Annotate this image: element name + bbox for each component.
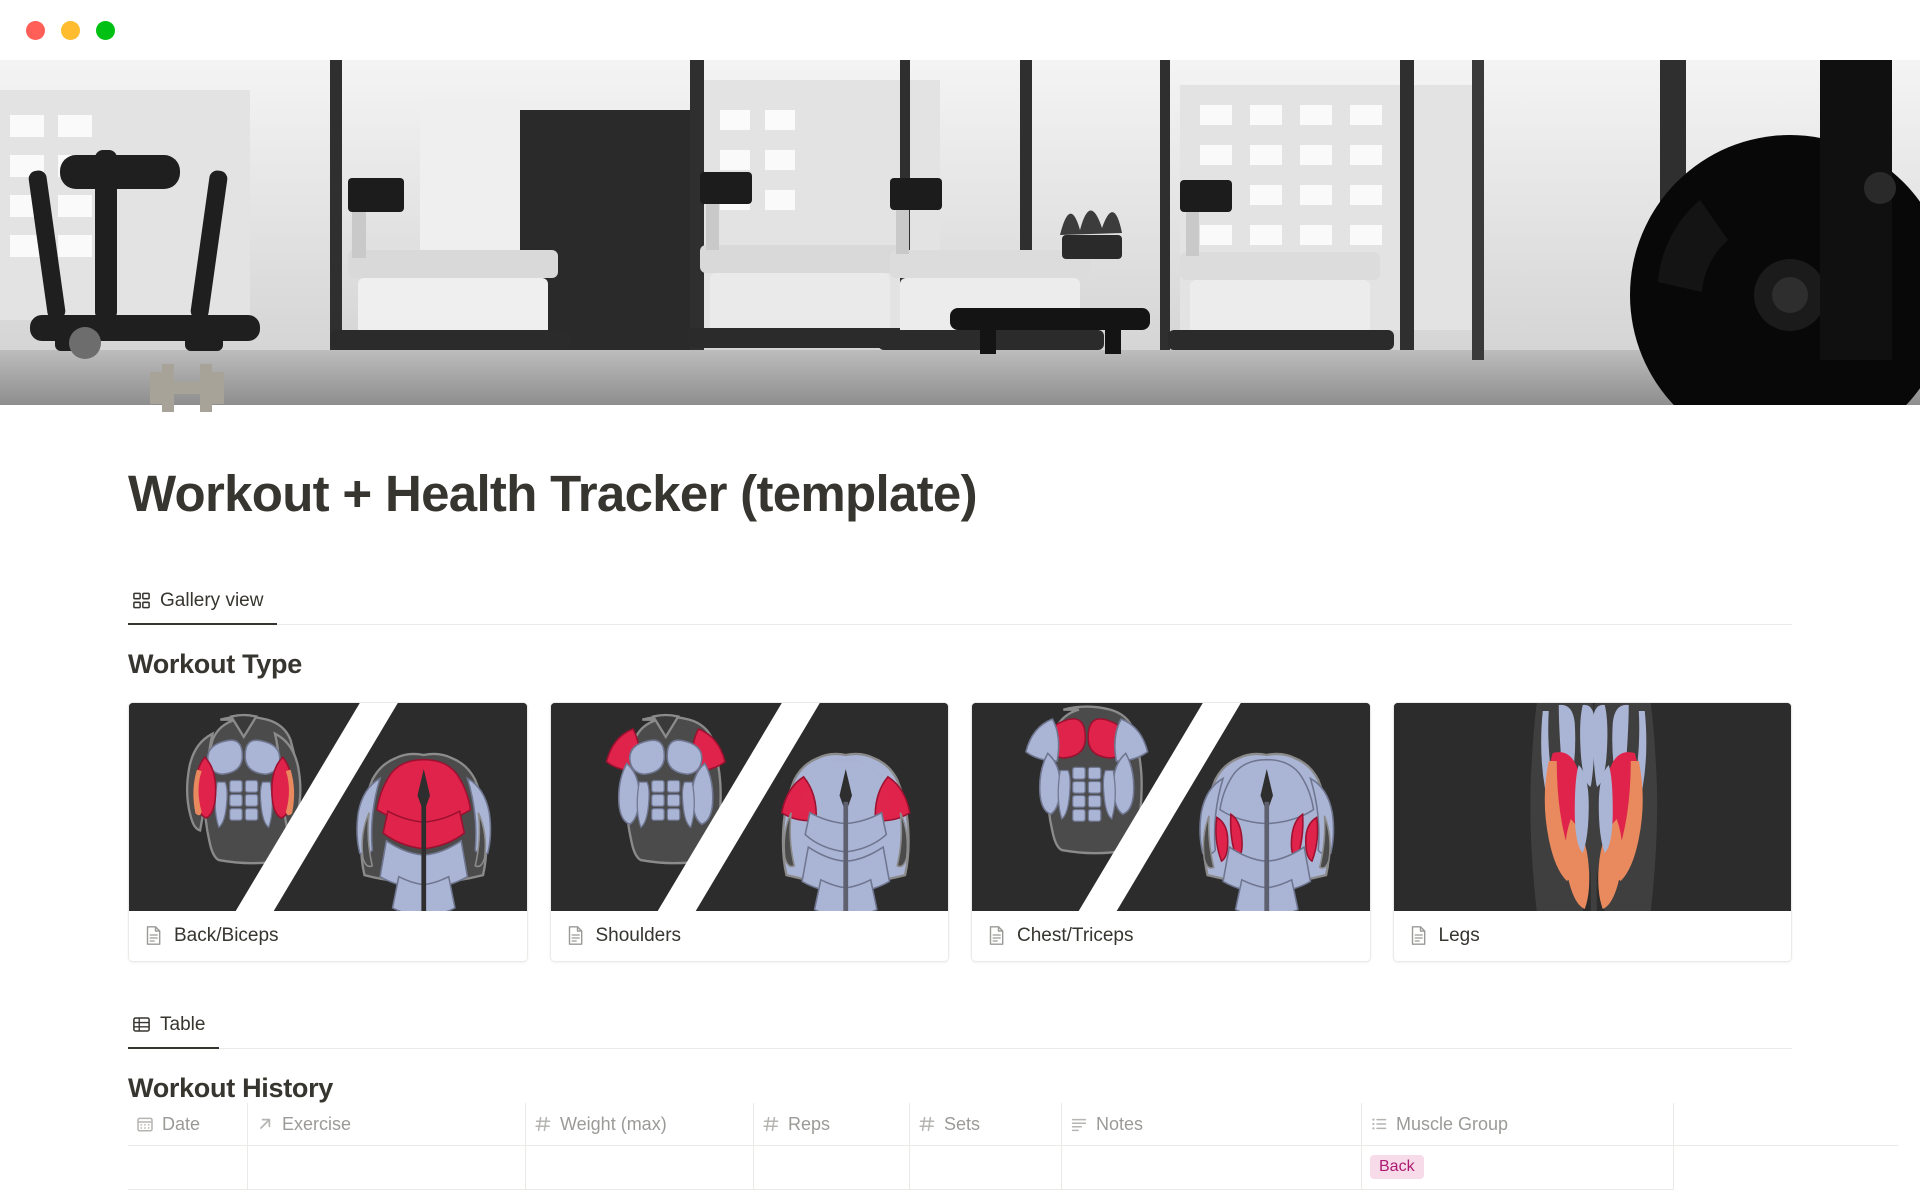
text-lines-icon: [1071, 1118, 1087, 1132]
page-icon-dumbbell[interactable]: [148, 358, 226, 418]
column-header-notes-label: Notes: [1096, 1113, 1144, 1134]
column-header-reps-label: Reps: [788, 1113, 831, 1134]
card-cover-legs: [1393, 702, 1791, 911]
column-header-notes[interactable]: Notes: [1062, 1103, 1362, 1146]
card-footer: Legs: [1393, 910, 1791, 961]
gallery-grid-icon: [133, 592, 150, 609]
column-header-date[interactable]: Date: [128, 1103, 248, 1146]
cell-date[interactable]: [128, 1145, 248, 1190]
cell-muscle-group[interactable]: Back: [1362, 1145, 1674, 1190]
cell-weight-max[interactable]: [526, 1145, 754, 1190]
workout-type-gallery: Back/Biceps Shoulders Chest/Triceps Legs: [128, 701, 1792, 962]
page-cover-image: [0, 60, 1920, 405]
gallery-card-shoulders[interactable]: Shoulders: [549, 701, 949, 962]
number-icon: [919, 1116, 935, 1132]
close-window-button[interactable]: [26, 20, 45, 40]
column-header-exercise-label: Exercise: [282, 1113, 352, 1134]
tab-gallery-view[interactable]: Gallery view: [128, 586, 278, 625]
column-header-weight-max-label: Weight (max): [560, 1113, 667, 1134]
card-title-chest-triceps: Chest/Triceps: [1017, 924, 1134, 946]
select-list-icon: [1372, 1118, 1387, 1130]
table-view-tabbar: Table: [128, 1010, 1792, 1049]
muscle-diagram-legs: [1393, 702, 1791, 911]
column-header-weight-max[interactable]: Weight (max): [526, 1103, 754, 1146]
card-cover-back-biceps: [129, 702, 527, 911]
muscle-diagram-shoulders: [550, 702, 948, 911]
document-icon: [568, 926, 582, 946]
gallery-view-tabbar: Gallery view: [128, 586, 1792, 625]
card-footer: Shoulders: [550, 910, 948, 961]
gallery-card-back-biceps[interactable]: Back/Biceps: [128, 701, 528, 962]
card-title-shoulders: Shoulders: [595, 924, 682, 946]
card-footer: Chest/Triceps: [972, 910, 1370, 961]
column-header-exercise[interactable]: Exercise: [248, 1103, 526, 1146]
muscle-group-tag: Back: [1370, 1155, 1424, 1180]
cell-exercise[interactable]: [248, 1145, 526, 1190]
relation-arrow-icon: [260, 1118, 271, 1129]
card-cover-shoulders: [550, 702, 948, 911]
column-header-sets[interactable]: Sets: [910, 1103, 1062, 1146]
number-icon: [535, 1116, 551, 1132]
page-title: Workout + Health Tracker (template): [128, 465, 978, 522]
minimize-window-button[interactable]: [61, 20, 80, 40]
table-row[interactable]: Back: [128, 1145, 1898, 1190]
card-title-legs: Legs: [1438, 924, 1480, 946]
column-header-muscle-group-label: Muscle Group: [1396, 1113, 1509, 1134]
tab-table-label: Table: [160, 1013, 206, 1035]
column-header-muscle-group[interactable]: Muscle Group: [1362, 1103, 1674, 1146]
cell-reps[interactable]: [754, 1145, 910, 1190]
table-icon: [133, 1017, 150, 1032]
tab-gallery-view-label: Gallery view: [160, 589, 264, 611]
table-view-section: Table Workout History Date Exercise Weig…: [128, 1010, 1898, 1190]
dumbbell-icon: [150, 364, 224, 412]
card-cover-chest-triceps: [972, 702, 1370, 911]
workout-type-heading: Workout Type: [128, 648, 302, 679]
document-icon: [146, 926, 161, 946]
workout-history-heading: Workout History: [128, 1072, 334, 1103]
muscle-diagram-chest-triceps: [972, 702, 1370, 911]
column-header-date-label: Date: [162, 1113, 201, 1134]
table-header-row: Date Exercise Weight (max) Reps Sets Not…: [128, 1103, 1898, 1146]
card-footer: Back/Biceps: [129, 910, 527, 961]
document-icon: [1411, 926, 1425, 946]
window-titlebar: [0, 0, 1920, 60]
number-icon: [763, 1116, 779, 1132]
gym-photo-illustration: [0, 60, 1920, 405]
muscle-diagram-back-biceps: [129, 702, 527, 911]
cell-notes[interactable]: [1062, 1145, 1362, 1190]
tab-table[interactable]: Table: [128, 1010, 220, 1049]
column-header-sets-label: Sets: [944, 1113, 981, 1134]
card-title-back-biceps: Back/Biceps: [174, 924, 279, 946]
calendar-icon: [137, 1117, 153, 1132]
window-traffic-lights: [26, 20, 115, 40]
document-icon: [989, 926, 1004, 946]
gallery-card-legs[interactable]: Legs: [1392, 701, 1792, 962]
gallery-card-chest-triceps[interactable]: Chest/Triceps: [971, 701, 1371, 962]
maximize-window-button[interactable]: [96, 20, 115, 40]
column-header-reps[interactable]: Reps: [754, 1103, 910, 1146]
cell-sets[interactable]: [910, 1145, 1062, 1190]
workout-history-table: Date Exercise Weight (max) Reps Sets Not…: [128, 1103, 1898, 1190]
